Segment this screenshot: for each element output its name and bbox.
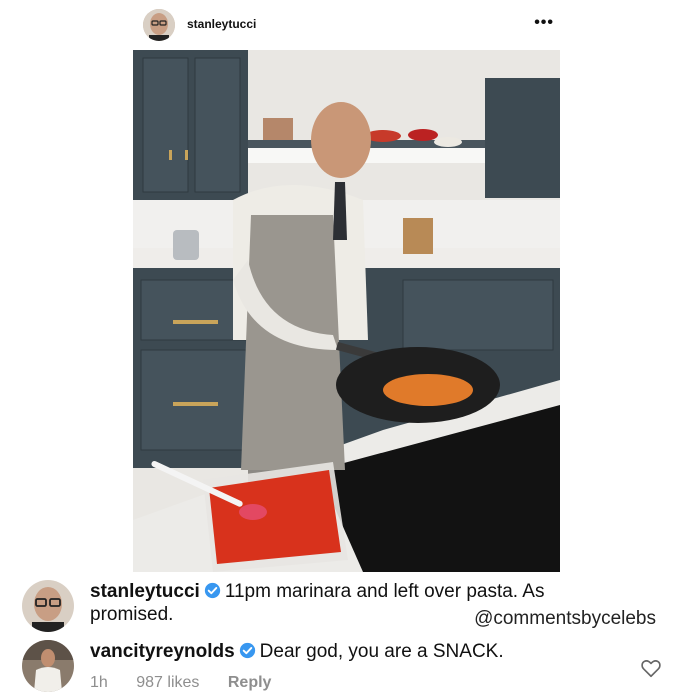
verified-badge-icon bbox=[239, 642, 255, 659]
comment-time: 1h bbox=[90, 674, 108, 691]
avatar-image bbox=[22, 580, 74, 632]
post-header: stanleytucci ••• bbox=[133, 6, 560, 44]
post-photo bbox=[133, 50, 560, 572]
comment-body: vancityreynolds Dear god, you are a SNACK… bbox=[90, 640, 504, 663]
watermark: @commentsbycelebs bbox=[474, 608, 656, 629]
comment-text-line2: promised. bbox=[90, 604, 174, 625]
avatar[interactable] bbox=[22, 640, 74, 692]
avatar[interactable] bbox=[143, 9, 175, 41]
avatar-image bbox=[22, 640, 74, 692]
more-dots-icon[interactable]: ••• bbox=[534, 14, 554, 32]
avatar-image bbox=[143, 9, 175, 41]
reply-button[interactable]: Reply bbox=[228, 674, 272, 691]
comment-text: Dear god, you are a SNACK. bbox=[259, 641, 504, 662]
verified-badge-icon bbox=[204, 582, 220, 599]
comment-likes[interactable]: 987 likes bbox=[136, 674, 199, 691]
post-username[interactable]: stanleytucci bbox=[187, 17, 256, 31]
avatar[interactable] bbox=[22, 580, 74, 632]
comment-username[interactable]: vancityreynolds bbox=[90, 641, 235, 662]
kitchen-photo bbox=[133, 50, 560, 572]
heart-outline-icon[interactable] bbox=[640, 657, 662, 679]
comment-username[interactable]: stanleytucci bbox=[90, 581, 200, 602]
comment-text-line1: 11pm marinara and left over pasta. As bbox=[224, 581, 545, 602]
comment-meta: 1h 987 likes Reply bbox=[90, 674, 295, 692]
